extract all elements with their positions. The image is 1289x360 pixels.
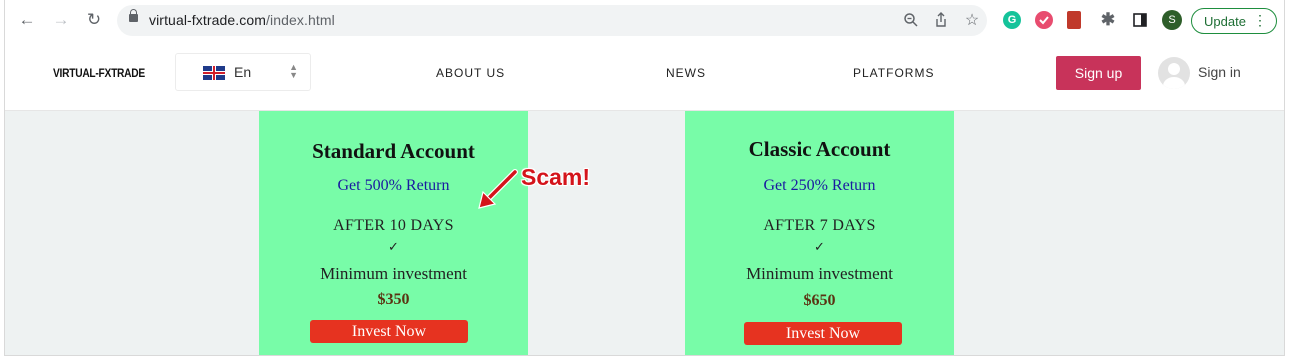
user-icon[interactable] [1158,57,1190,89]
plan-amount: $650 [803,292,836,309]
nav-about-us[interactable]: ABOUT US [436,66,505,80]
plan-min-label: Minimum investment [320,264,467,283]
annotation-arrow-icon [478,169,518,209]
language-select[interactable]: En ▲ ▼ [175,53,311,91]
plan-title: Standard Account [312,139,475,163]
book-extension-icon[interactable] [1067,11,1081,29]
reload-icon[interactable]: ↻ [83,9,105,31]
puzzle-extensions-icon[interactable]: ✱ [1099,10,1117,29]
nav-news[interactable]: NEWS [666,66,706,80]
forward-arrow-icon[interactable]: → [50,9,72,31]
more-menu-icon[interactable]: ⋮ [1253,13,1267,27]
extension-badge-icon[interactable] [1035,11,1053,29]
site-logo[interactable]: VIRTUAL-FXTRADE [53,66,145,80]
url-path: /index.html [266,12,335,28]
browser-toolbar: ← → ↻ virtual-fxtrade.com/index.html ☆ G… [5,0,1284,43]
plan-return: Get 250% Return [763,177,876,194]
plan-title: Classic Account [748,137,891,161]
signup-button[interactable]: Sign up [1056,56,1141,90]
profile-avatar[interactable]: S [1162,10,1182,30]
url-text[interactable]: virtual-fxtrade.com/index.html [149,12,335,28]
checkmark-icon: ✓ [814,239,825,254]
side-panel-icon[interactable] [1131,11,1149,29]
browser-window: ← → ↻ virtual-fxtrade.com/index.html ☆ G… [4,0,1285,356]
bookmark-star-icon[interactable]: ☆ [963,11,981,29]
plan-min-label: Minimum investment [746,264,893,283]
url-domain: virtual-fxtrade.com [149,12,267,28]
site-header: VIRTUAL-FXTRADE En ▲ ▼ ABOUT US NEWS PLAT… [5,42,1284,111]
signin-link[interactable]: Sign in [1198,64,1241,80]
plan-amount: $350 [377,291,410,308]
checkmark-icon: ✓ [388,239,399,254]
zoom-icon[interactable] [902,11,920,29]
grammarly-icon[interactable]: G [1003,11,1021,29]
back-arrow-icon[interactable]: ← [16,9,38,31]
nav-platforms[interactable]: PLATFORMS [853,66,934,80]
scam-label: Scam! [521,164,591,190]
invest-now-button[interactable]: Invest Now [744,322,902,345]
plan-card-standard: Standard Account Get 500% Return AFTER 1… [259,111,528,355]
plan-card-classic: Classic Account Get 250% Return AFTER 7 … [685,111,954,355]
uk-flag-icon [203,66,225,80]
lock-icon[interactable] [129,9,138,22]
address-bar[interactable]: virtual-fxtrade.com/index.html ☆ [117,5,987,36]
language-label: En [234,64,252,80]
plan-duration: AFTER 10 DAYS [333,217,454,234]
update-label: Update [1204,13,1246,29]
invest-now-button[interactable]: Invest Now [310,320,468,343]
plan-duration: AFTER 7 DAYS [763,217,876,234]
share-icon[interactable] [932,11,950,29]
pricing-section: Standard Account Get 500% Return AFTER 1… [5,111,1284,355]
scam-annotation: Scam! [471,164,601,214]
select-caret-icon: ▲ ▼ [289,62,298,80]
update-button[interactable]: Update ⋮ [1191,8,1277,34]
